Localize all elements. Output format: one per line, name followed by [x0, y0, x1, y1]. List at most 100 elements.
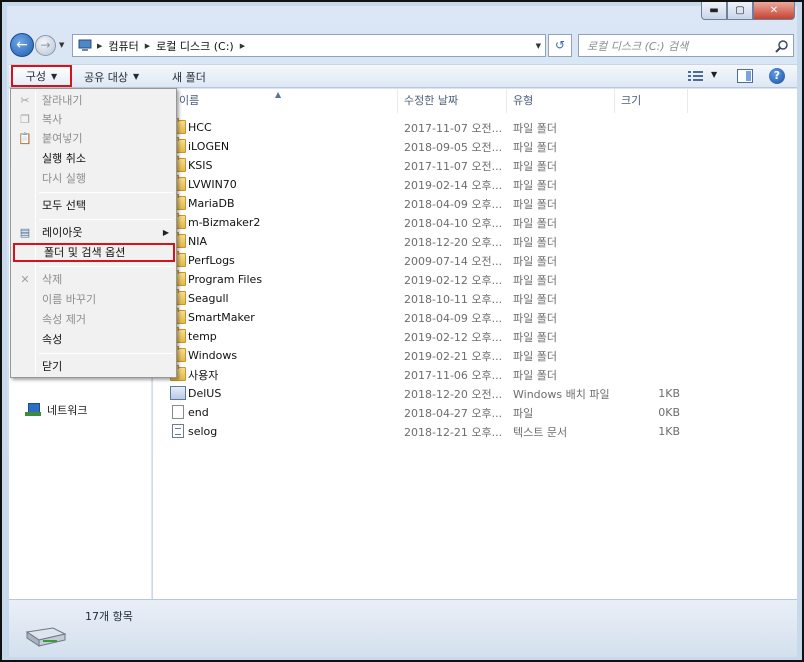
share-with-button[interactable]: 공유 대상 ▼ — [84, 68, 139, 85]
menu-label: 붙여넣기 — [42, 132, 83, 145]
menu-item-layout[interactable]: ▤ 레이아웃 ▶ — [13, 223, 175, 242]
file-row[interactable]: iLOGEN 2018-09-05 오전... 파일 폴더 — [153, 137, 713, 156]
file-date: 2018-04-10 오후... — [404, 216, 503, 230]
file-row[interactable]: KSIS 2017-11-07 오전... 파일 폴더 — [153, 156, 713, 175]
file-name: Seagull — [188, 292, 229, 305]
address-dropdown[interactable]: ▼ — [536, 42, 541, 50]
back-button[interactable]: ← — [10, 33, 34, 57]
file-type: 파일 폴더 — [513, 330, 557, 344]
preview-pane-icon[interactable] — [737, 69, 753, 83]
breadcrumb-computer[interactable]: 컴퓨터 — [108, 38, 138, 54]
file-name: HCC — [188, 121, 212, 134]
menu-item-remove-properties[interactable]: 속성 제거 — [13, 310, 175, 329]
nav-item-network[interactable]: 네트워크 — [25, 402, 87, 418]
file-row[interactable]: end 2018-04-27 오후... 파일 0KB — [153, 403, 713, 422]
close-button[interactable]: ✕ — [753, 2, 795, 20]
file-name: iLOGEN — [188, 140, 230, 153]
file-row[interactable]: Seagull 2018-10-11 오후... 파일 폴더 — [153, 289, 713, 308]
file-row[interactable]: DelUS 2018-12-20 오전... Windows 배치 파일 1KB — [153, 384, 713, 403]
address-bar[interactable]: ▶ 컴퓨터 ▶ 로컬 디스크 (C:) ▶ ▼ — [72, 34, 546, 57]
menu-item-close[interactable]: 닫기 — [13, 357, 175, 376]
organize-label: 구성 — [25, 70, 47, 83]
text-file-icon — [172, 424, 184, 438]
menu-item-undo[interactable]: 실행 취소 — [13, 149, 175, 168]
menu-item-select-all[interactable]: 모두 선택 — [13, 196, 175, 215]
views-dropdown-icon[interactable]: ▼ — [711, 70, 717, 79]
caption-buttons: ▬ ▢ ✕ — [701, 2, 795, 20]
menu-label: 잘라내기 — [42, 94, 83, 107]
column-type[interactable]: 유형 — [507, 89, 615, 113]
file-name: m-Bizmaker2 — [188, 216, 261, 229]
new-folder-label: 새 폴더 — [172, 70, 206, 84]
menu-item-cut[interactable]: ✂ 잘라내기 — [13, 91, 175, 110]
menu-label: 실행 취소 — [42, 152, 86, 165]
maximize-button[interactable]: ▢ — [727, 2, 753, 20]
chevron-right-icon[interactable]: ▶ — [145, 42, 150, 50]
help-icon[interactable]: ? — [769, 68, 785, 84]
nav-item-label: 네트워크 — [47, 404, 88, 417]
forward-button[interactable]: → — [35, 35, 56, 56]
menu-label: 삭제 — [42, 273, 63, 286]
new-folder-button[interactable]: 새 폴더 — [172, 68, 206, 85]
menu-item-copy[interactable]: ❐ 복사 — [13, 110, 175, 129]
file-row[interactable]: selog 2018-12-21 오후... 텍스트 문서 1KB — [153, 422, 713, 441]
paste-icon: 📋 — [18, 132, 32, 145]
file-row[interactable]: LVWIN70 2019-02-14 오후... 파일 폴더 — [153, 175, 713, 194]
file-row[interactable]: 사용자 2017-11-06 오후... 파일 폴더 — [153, 365, 713, 384]
copy-icon: ❐ — [20, 113, 30, 126]
refresh-button[interactable]: ↺ — [548, 34, 572, 57]
minimize-button[interactable]: ▬ — [701, 2, 727, 20]
caret-down-icon: ▼ — [51, 71, 58, 81]
share-label: 공유 대상 — [84, 70, 128, 84]
column-size[interactable]: 크기 — [615, 89, 688, 113]
views-icon[interactable] — [688, 70, 704, 82]
menu-item-folder-options[interactable]: 폴더 및 검색 옵션 — [13, 243, 175, 262]
menu-item-rename[interactable]: 이름 바꾸기 — [13, 290, 175, 309]
file-type: 파일 폴더 — [513, 235, 557, 249]
command-bar: 구성 ▼ 공유 대상 ▼ 새 폴더 ▼ ? — [9, 64, 797, 88]
organize-button[interactable]: 구성 ▼ — [11, 65, 72, 87]
menu-item-redo[interactable]: 다시 실행 — [13, 169, 175, 188]
file-row[interactable]: temp 2019-02-12 오후... 파일 폴더 — [153, 327, 713, 346]
delete-icon: ✕ — [20, 273, 30, 286]
breadcrumb-local-disk[interactable]: 로컬 디스크 (C:) — [156, 38, 234, 54]
file-row[interactable]: Windows 2019-02-21 오후... 파일 폴더 — [153, 346, 713, 365]
caret-down-icon: ▼ — [132, 72, 140, 81]
file-type: 파일 폴더 — [513, 121, 557, 135]
search-input[interactable]: 로컬 디스크 (C:) 검색 — [578, 34, 794, 57]
file-row[interactable]: Program Files 2019-02-12 오후... 파일 폴더 — [153, 270, 713, 289]
column-name[interactable]: ▲ 이름 — [153, 89, 398, 113]
details-pane: 17개 항목 — [9, 599, 797, 657]
file-type: 파일 — [513, 406, 534, 420]
batch-file-icon — [170, 386, 186, 400]
file-type: 파일 폴더 — [513, 159, 557, 173]
column-date[interactable]: 수정한 날짜 — [398, 89, 507, 113]
recent-pages-dropdown[interactable]: ▼ — [59, 41, 64, 49]
search-icon[interactable] — [775, 39, 789, 53]
menu-label: 속성 제거 — [42, 313, 86, 326]
file-row[interactable]: HCC 2017-11-07 오전... 파일 폴더 — [153, 118, 713, 137]
file-size: 1KB — [658, 387, 680, 400]
file-row[interactable]: MariaDB 2018-04-09 오후... 파일 폴더 — [153, 194, 713, 213]
file-row[interactable]: m-Bizmaker2 2018-04-10 오후... 파일 폴더 — [153, 213, 713, 232]
file-name: Windows — [188, 349, 238, 362]
menu-item-delete[interactable]: ✕ 삭제 — [13, 270, 175, 289]
menu-separator — [39, 266, 173, 267]
menu-item-properties[interactable]: 속성 — [13, 330, 175, 349]
menu-label: 레이아웃 — [42, 226, 83, 239]
file-date: 2018-12-21 오후... — [404, 425, 503, 439]
item-count: 17개 항목 — [85, 610, 133, 623]
file-date: 2019-02-12 오후... — [404, 273, 503, 287]
chevron-right-icon[interactable]: ▶ — [240, 42, 245, 50]
file-row[interactable]: PerfLogs 2009-07-14 오전... 파일 폴더 — [153, 251, 713, 270]
file-row[interactable]: SmartMaker 2018-04-09 오후... 파일 폴더 — [153, 308, 713, 327]
file-type: 파일 폴더 — [513, 292, 557, 306]
address-row: ← → ▼ ▶ 컴퓨터 ▶ 로컬 디스크 (C:) ▶ ▼ ↺ 로컬 디스크 (… — [10, 32, 796, 60]
layout-icon: ▤ — [19, 226, 31, 239]
file-row[interactable]: NIA 2018-12-20 오후... 파일 폴더 — [153, 232, 713, 251]
menu-item-paste[interactable]: 📋 붙여넣기 — [13, 129, 175, 148]
submenu-arrow-icon: ▶ — [162, 228, 169, 237]
chevron-right-icon[interactable]: ▶ — [97, 42, 102, 50]
file-type: 파일 폴더 — [513, 273, 557, 287]
file-type: 파일 폴더 — [513, 368, 557, 382]
